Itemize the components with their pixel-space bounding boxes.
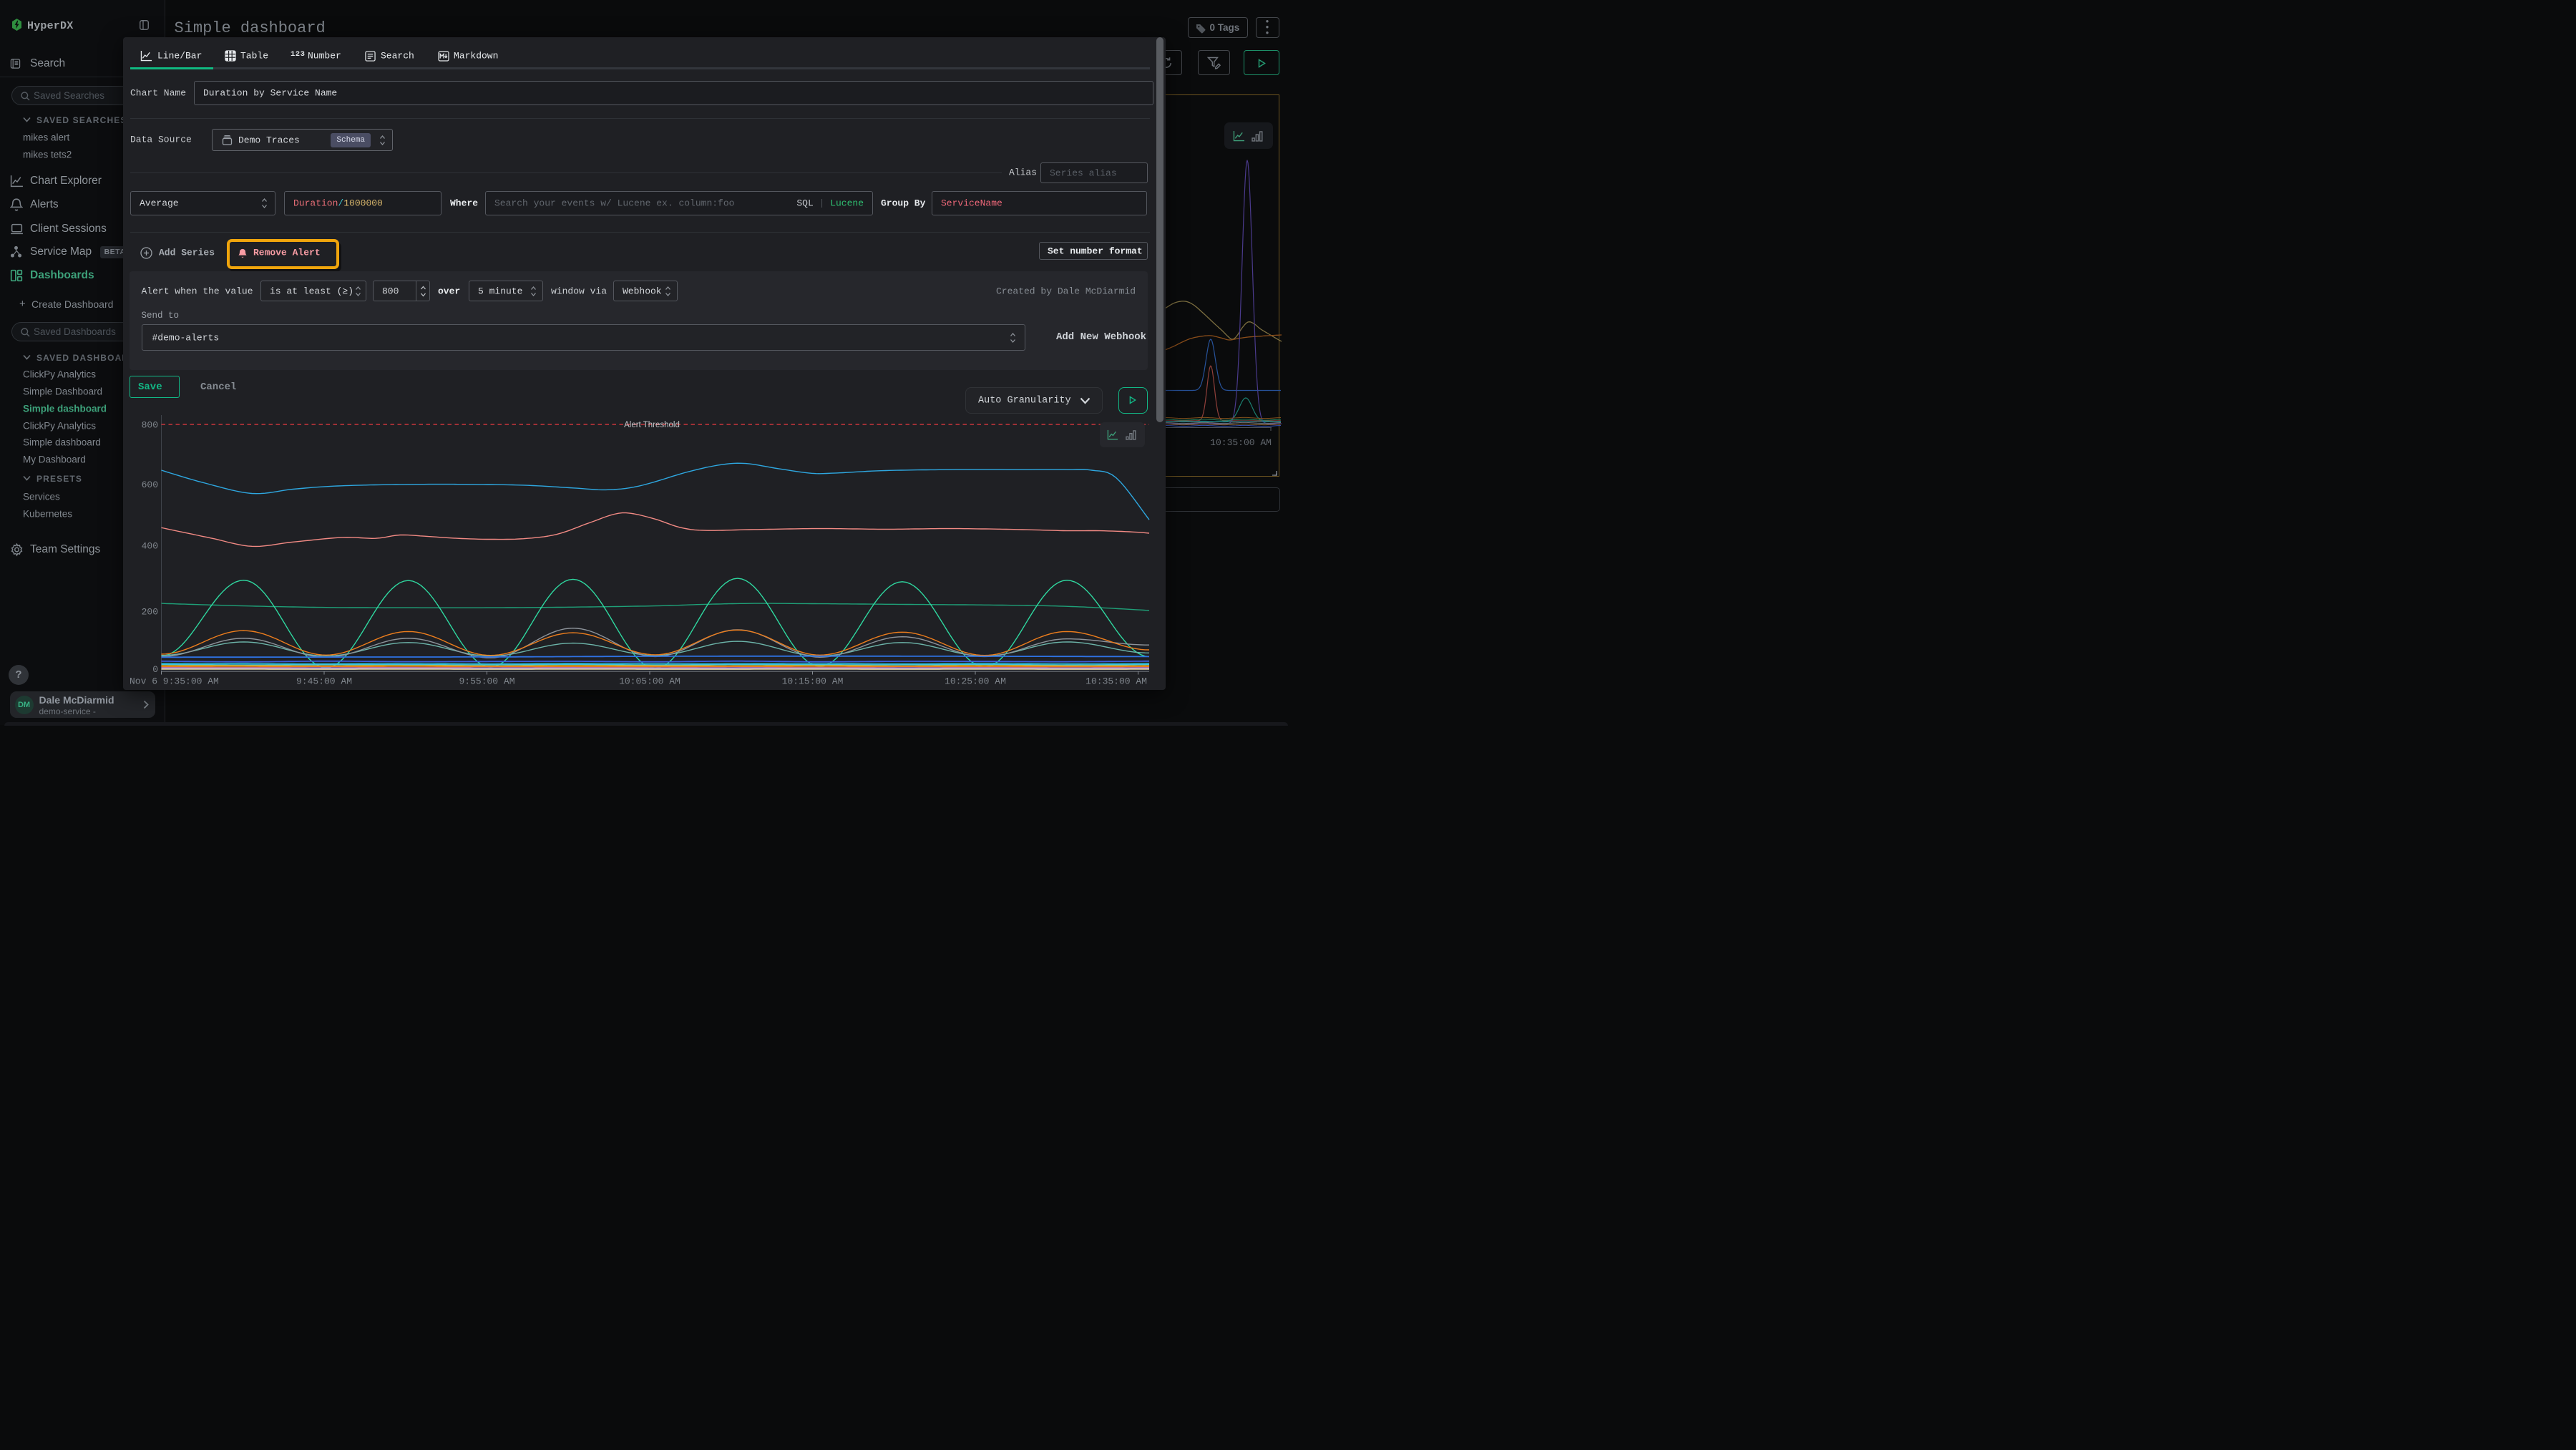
svg-text:9:45:00 AM: 9:45:00 AM bbox=[296, 676, 352, 686]
svg-text:0: 0 bbox=[152, 664, 158, 675]
svg-text:600: 600 bbox=[142, 480, 158, 490]
svg-text:400: 400 bbox=[142, 540, 158, 551]
svg-text:10:35:00 AM: 10:35:00 AM bbox=[1085, 676, 1147, 686]
svg-text:800: 800 bbox=[142, 419, 158, 430]
svg-text:Nov 6 9:35:00 AM: Nov 6 9:35:00 AM bbox=[130, 676, 219, 686]
svg-text:Alert Threshold: Alert Threshold bbox=[624, 421, 680, 429]
svg-text:200: 200 bbox=[142, 606, 158, 617]
svg-text:10:25:00 AM: 10:25:00 AM bbox=[945, 676, 1006, 686]
svg-text:10:15:00 AM: 10:15:00 AM bbox=[782, 676, 844, 686]
svg-text:10:05:00 AM: 10:05:00 AM bbox=[619, 676, 680, 686]
svg-text:9:55:00 AM: 9:55:00 AM bbox=[459, 676, 514, 686]
